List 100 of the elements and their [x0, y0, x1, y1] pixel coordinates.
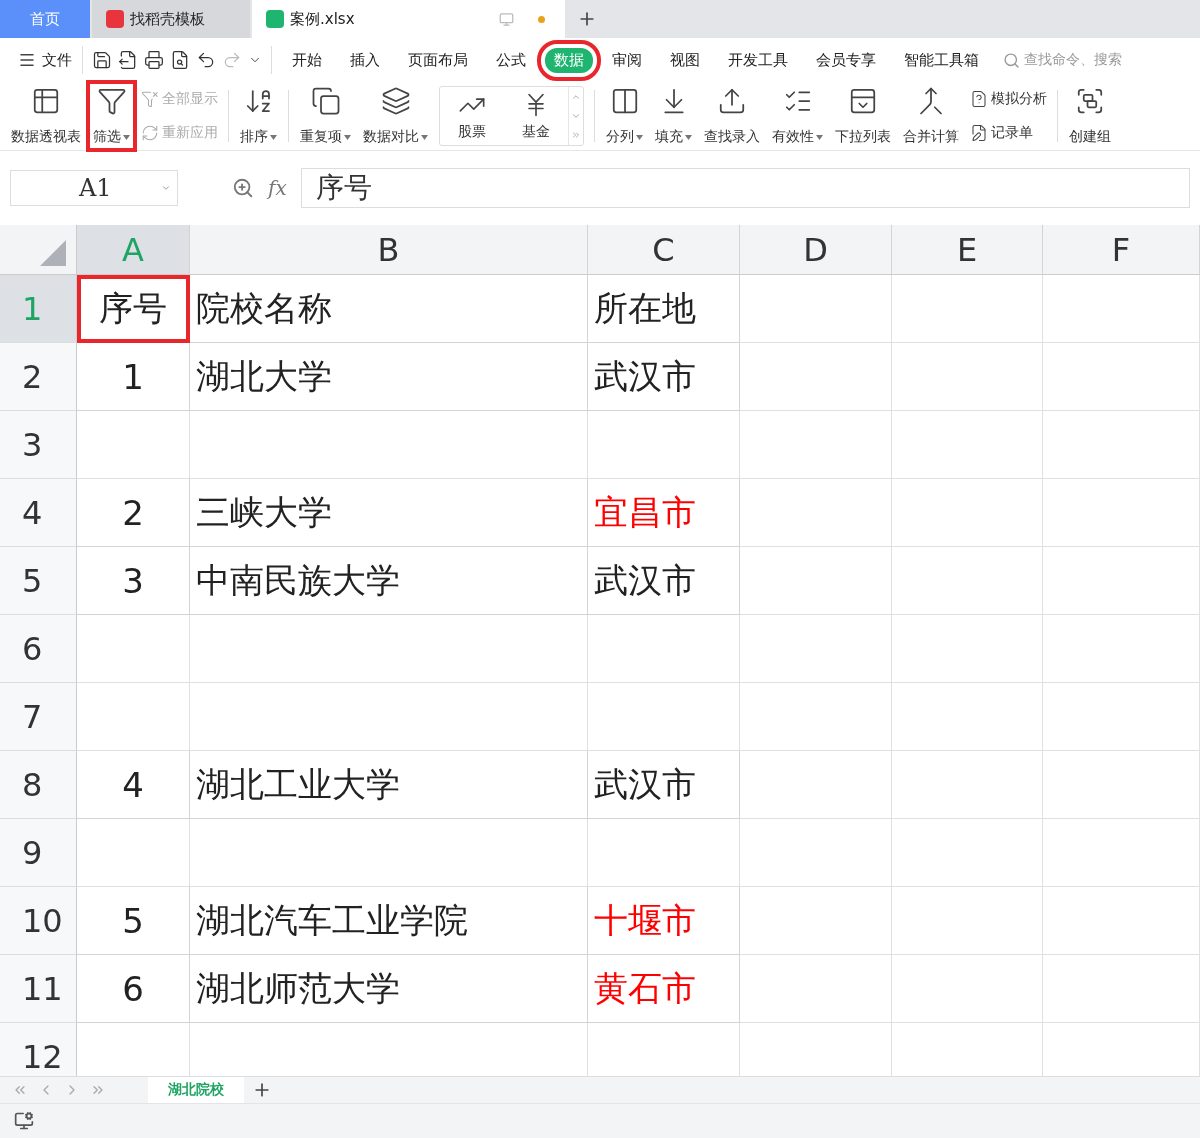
document-tab[interactable]: 案例.xlsx — [252, 0, 565, 38]
caret-icon — [270, 134, 277, 140]
ribbon-button[interactable]: 筛选 — [88, 82, 135, 150]
upload-icon — [717, 86, 747, 116]
table-cell: 三峡大学 — [190, 479, 588, 547]
filter-icon — [96, 86, 127, 116]
row-header[interactable]: 7 — [0, 683, 77, 751]
row-header[interactable]: 6 — [0, 615, 77, 683]
row-header[interactable]: 8 — [0, 751, 77, 819]
table-cell: 6 — [77, 955, 190, 1023]
group-icon — [1075, 86, 1105, 116]
table-cell: 十堰市 — [588, 887, 740, 955]
menu-icon[interactable] — [18, 51, 36, 69]
table-cell: 武汉市 — [588, 751, 740, 819]
table-cell: 湖北大学 — [190, 343, 588, 411]
menu-tab[interactable]: 插入 — [341, 47, 389, 73]
ribbon-button[interactable]: 有效性 — [767, 82, 828, 150]
table-cell: 黄石市 — [588, 955, 740, 1023]
refresh-icon — [141, 124, 159, 142]
table-cell: 序号 — [77, 275, 190, 343]
monitor-icon — [499, 11, 514, 27]
ribbon-button[interactable]: 基金 — [504, 87, 568, 145]
caret-icon — [344, 134, 351, 140]
column-header[interactable]: F — [1043, 225, 1200, 275]
row-header[interactable]: 12 — [0, 1023, 77, 1076]
caret-icon — [685, 134, 692, 140]
menu-tab[interactable]: 页面布局 — [399, 47, 477, 73]
table-cell: 2 — [77, 479, 190, 547]
table-cell: 武汉市 — [588, 343, 740, 411]
table-cell: 5 — [77, 887, 190, 955]
table-cell: 宜昌市 — [588, 479, 740, 547]
table-cell: 湖北汽车工业学院 — [190, 887, 588, 955]
unsaved-dot-icon — [538, 15, 545, 23]
menu-tab[interactable]: 视图 — [661, 47, 709, 73]
caret-icon — [123, 134, 130, 140]
copy-icon — [310, 86, 341, 116]
ribbon-button[interactable]: 排序 — [235, 82, 282, 150]
row-header[interactable]: 10 — [0, 887, 77, 955]
ribbon-button[interactable]: 合并计算 — [898, 82, 964, 150]
table-cell: 3 — [77, 547, 190, 615]
menu-tab[interactable]: 开发工具 — [719, 47, 797, 73]
ribbon-button[interactable]: 下拉列表 — [830, 82, 896, 150]
caret-icon — [816, 134, 823, 140]
row-header[interactable]: 4 — [0, 479, 77, 547]
ribbon-button[interactable]: 重复项 — [295, 82, 356, 150]
save-icon[interactable] — [92, 50, 112, 70]
layers-icon — [380, 86, 411, 116]
print-icon[interactable] — [144, 50, 164, 70]
table-cell: 所在地 — [588, 275, 740, 343]
corner-triangle-icon — [40, 240, 66, 266]
ribbon-button[interactable]: 模拟分析 — [970, 90, 1047, 108]
macro-icon[interactable] — [14, 1111, 34, 1131]
undo-icon[interactable] — [196, 50, 216, 70]
row-header[interactable]: 11 — [0, 955, 77, 1023]
table-cell: 中南民族大学 — [190, 547, 588, 615]
caret-icon — [421, 134, 428, 140]
file-menu[interactable]: 文件 — [18, 50, 72, 70]
table-cell: 武汉市 — [588, 547, 740, 615]
search-icon — [1003, 51, 1020, 69]
preview-icon[interactable] — [170, 50, 190, 70]
row-header[interactable]: 2 — [0, 343, 77, 411]
spreadsheet-logo-icon — [266, 10, 284, 28]
table-cell: 湖北师范大学 — [190, 955, 588, 1023]
menu-tab[interactable]: 智能工具箱 — [895, 47, 988, 73]
edit-file-icon — [970, 124, 988, 142]
filter-icon — [141, 90, 159, 108]
app-logo-icon — [106, 10, 124, 28]
column-header[interactable]: D — [740, 225, 892, 275]
dropdown-list-icon — [848, 86, 878, 116]
document-tab[interactable]: 找稻壳模板 — [92, 0, 250, 38]
question-file-icon — [970, 90, 988, 108]
menu-tab[interactable]: 公式 — [487, 47, 535, 73]
function-label[interactable]: fx — [268, 176, 287, 200]
ribbon-button[interactable]: 查找录入 — [699, 82, 765, 150]
export-icon[interactable] — [118, 50, 138, 70]
zoom-icon[interactable] — [232, 177, 254, 199]
table-cell: 4 — [77, 751, 190, 819]
ribbon-button[interactable]: 数据透视表 — [6, 82, 86, 150]
row-header[interactable]: 9 — [0, 819, 77, 887]
caret-icon — [636, 134, 643, 140]
table-cell: 1 — [77, 343, 190, 411]
column-header[interactable]: C — [588, 225, 740, 275]
ribbon-button[interactable]: 分列 — [601, 82, 648, 150]
ribbon-button[interactable]: 记录单 — [970, 124, 1047, 142]
ribbon-button[interactable]: 股票 — [440, 87, 504, 145]
ribbon-button[interactable]: 填充 — [650, 82, 697, 150]
column-header[interactable]: E — [892, 225, 1043, 275]
menu-tab[interactable]: 审阅 — [603, 47, 651, 73]
row-header[interactable]: 5 — [0, 547, 77, 615]
menu-tab[interactable]: 会员专享 — [807, 47, 885, 73]
ribbon-button[interactable]: 数据对比 — [358, 82, 433, 150]
table-cell: 湖北工业大学 — [190, 751, 588, 819]
column-header[interactable]: B — [190, 225, 588, 275]
formula-field[interactable]: 序号 — [300, 168, 1190, 208]
ribbon-button[interactable]: 创建组 — [1064, 82, 1116, 150]
menu-tab[interactable]: 开始 — [283, 47, 331, 73]
row-header[interactable]: 3 — [0, 411, 77, 479]
table-cell: 院校名称 — [190, 275, 588, 343]
name-box[interactable]: A1 — [10, 170, 178, 206]
table-icon — [31, 86, 61, 116]
